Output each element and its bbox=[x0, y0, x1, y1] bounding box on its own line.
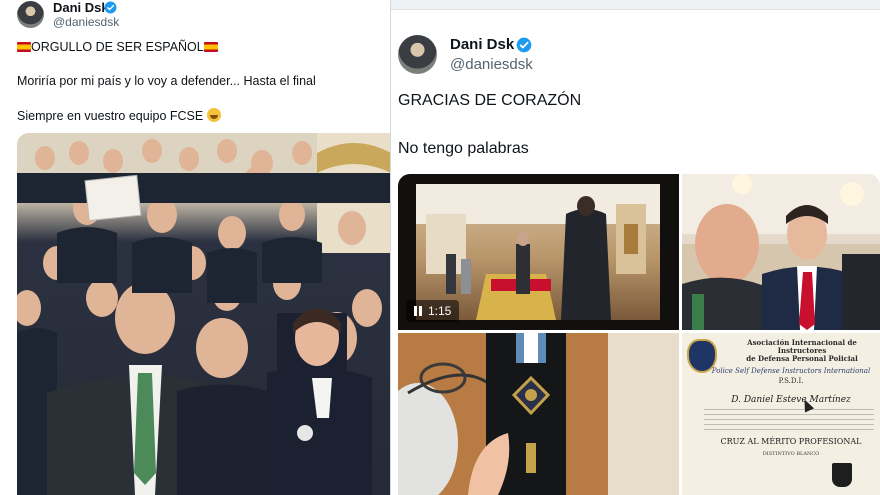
right-post: Dani Dsk @daniesdsk GRACIAS DE CORAZÓN N… bbox=[391, 0, 880, 495]
video-duration: 1:15 bbox=[428, 304, 452, 318]
certificate-award: CRUZ AL MÉRITO PROFESIONAL bbox=[720, 437, 862, 446]
video-controls[interactable]: 1:15 bbox=[406, 300, 460, 322]
author-handle[interactable]: @daniesdsk bbox=[53, 15, 119, 29]
author-name[interactable]: Dani Dsk bbox=[450, 36, 514, 53]
spain-flag-icon bbox=[17, 42, 31, 52]
certificate-title: Asociación Internacional de Instructores… bbox=[728, 339, 876, 363]
certificate-recipient: D. Daniel Esteve Martínez bbox=[731, 395, 851, 405]
selfie-photo[interactable] bbox=[682, 174, 880, 330]
medal-photo-art bbox=[398, 333, 679, 495]
left-post: Dani Dsk @daniesdsk ORGULLO DE SER ESPAÑ… bbox=[0, 0, 391, 495]
smiling-face-icon bbox=[206, 108, 221, 122]
verified-icon bbox=[516, 37, 532, 53]
author-handle[interactable]: @daniesdsk bbox=[450, 56, 533, 73]
selfie-photo-art bbox=[682, 174, 880, 330]
author-avatar[interactable] bbox=[17, 1, 44, 28]
post-text-line: No tengo palabras bbox=[398, 140, 529, 157]
post-text-heading: ORGULLO DE SER ESPAÑOL bbox=[31, 40, 204, 54]
group-photo[interactable] bbox=[17, 133, 390, 495]
medal-photo[interactable] bbox=[398, 333, 679, 495]
top-divider-bar bbox=[391, 0, 880, 10]
author-avatar[interactable] bbox=[398, 35, 437, 74]
certificate-title-line: Asociación Internacional de Instructores bbox=[747, 338, 857, 355]
shield-icon bbox=[832, 463, 852, 487]
post-text-line: ORGULLO DE SER ESPAÑOL bbox=[17, 40, 218, 54]
group-photo-art bbox=[17, 133, 390, 495]
pause-icon[interactable] bbox=[414, 306, 422, 316]
certificate-title-line: de Defensa Personal Policial bbox=[746, 354, 858, 363]
author-name[interactable]: Dani Dsk bbox=[53, 0, 109, 15]
verified-icon bbox=[104, 1, 117, 14]
video-player[interactable]: 1:15 bbox=[398, 174, 679, 330]
post-text-line: GRACIAS DE CORAZÓN bbox=[398, 92, 582, 109]
certificate-distinction: DISTINTIVO BLANCO bbox=[762, 451, 820, 457]
post-text-closing: Siempre en vuestro equipo FCSE bbox=[17, 109, 204, 123]
certificate-subtitle: Police Self Defense Instructors Internat… bbox=[711, 367, 871, 375]
certificate-photo[interactable]: Asociación Internacional de Instructores… bbox=[682, 333, 880, 495]
post-text-line: Moriría por mi país y lo voy a defender.… bbox=[17, 74, 316, 88]
post-text-line: Siempre en vuestro equipo FCSE bbox=[17, 108, 221, 123]
certificate-body-text bbox=[704, 409, 874, 433]
spain-flag-icon bbox=[203, 42, 218, 52]
certificate-code: P.S.D.I. bbox=[778, 377, 804, 385]
